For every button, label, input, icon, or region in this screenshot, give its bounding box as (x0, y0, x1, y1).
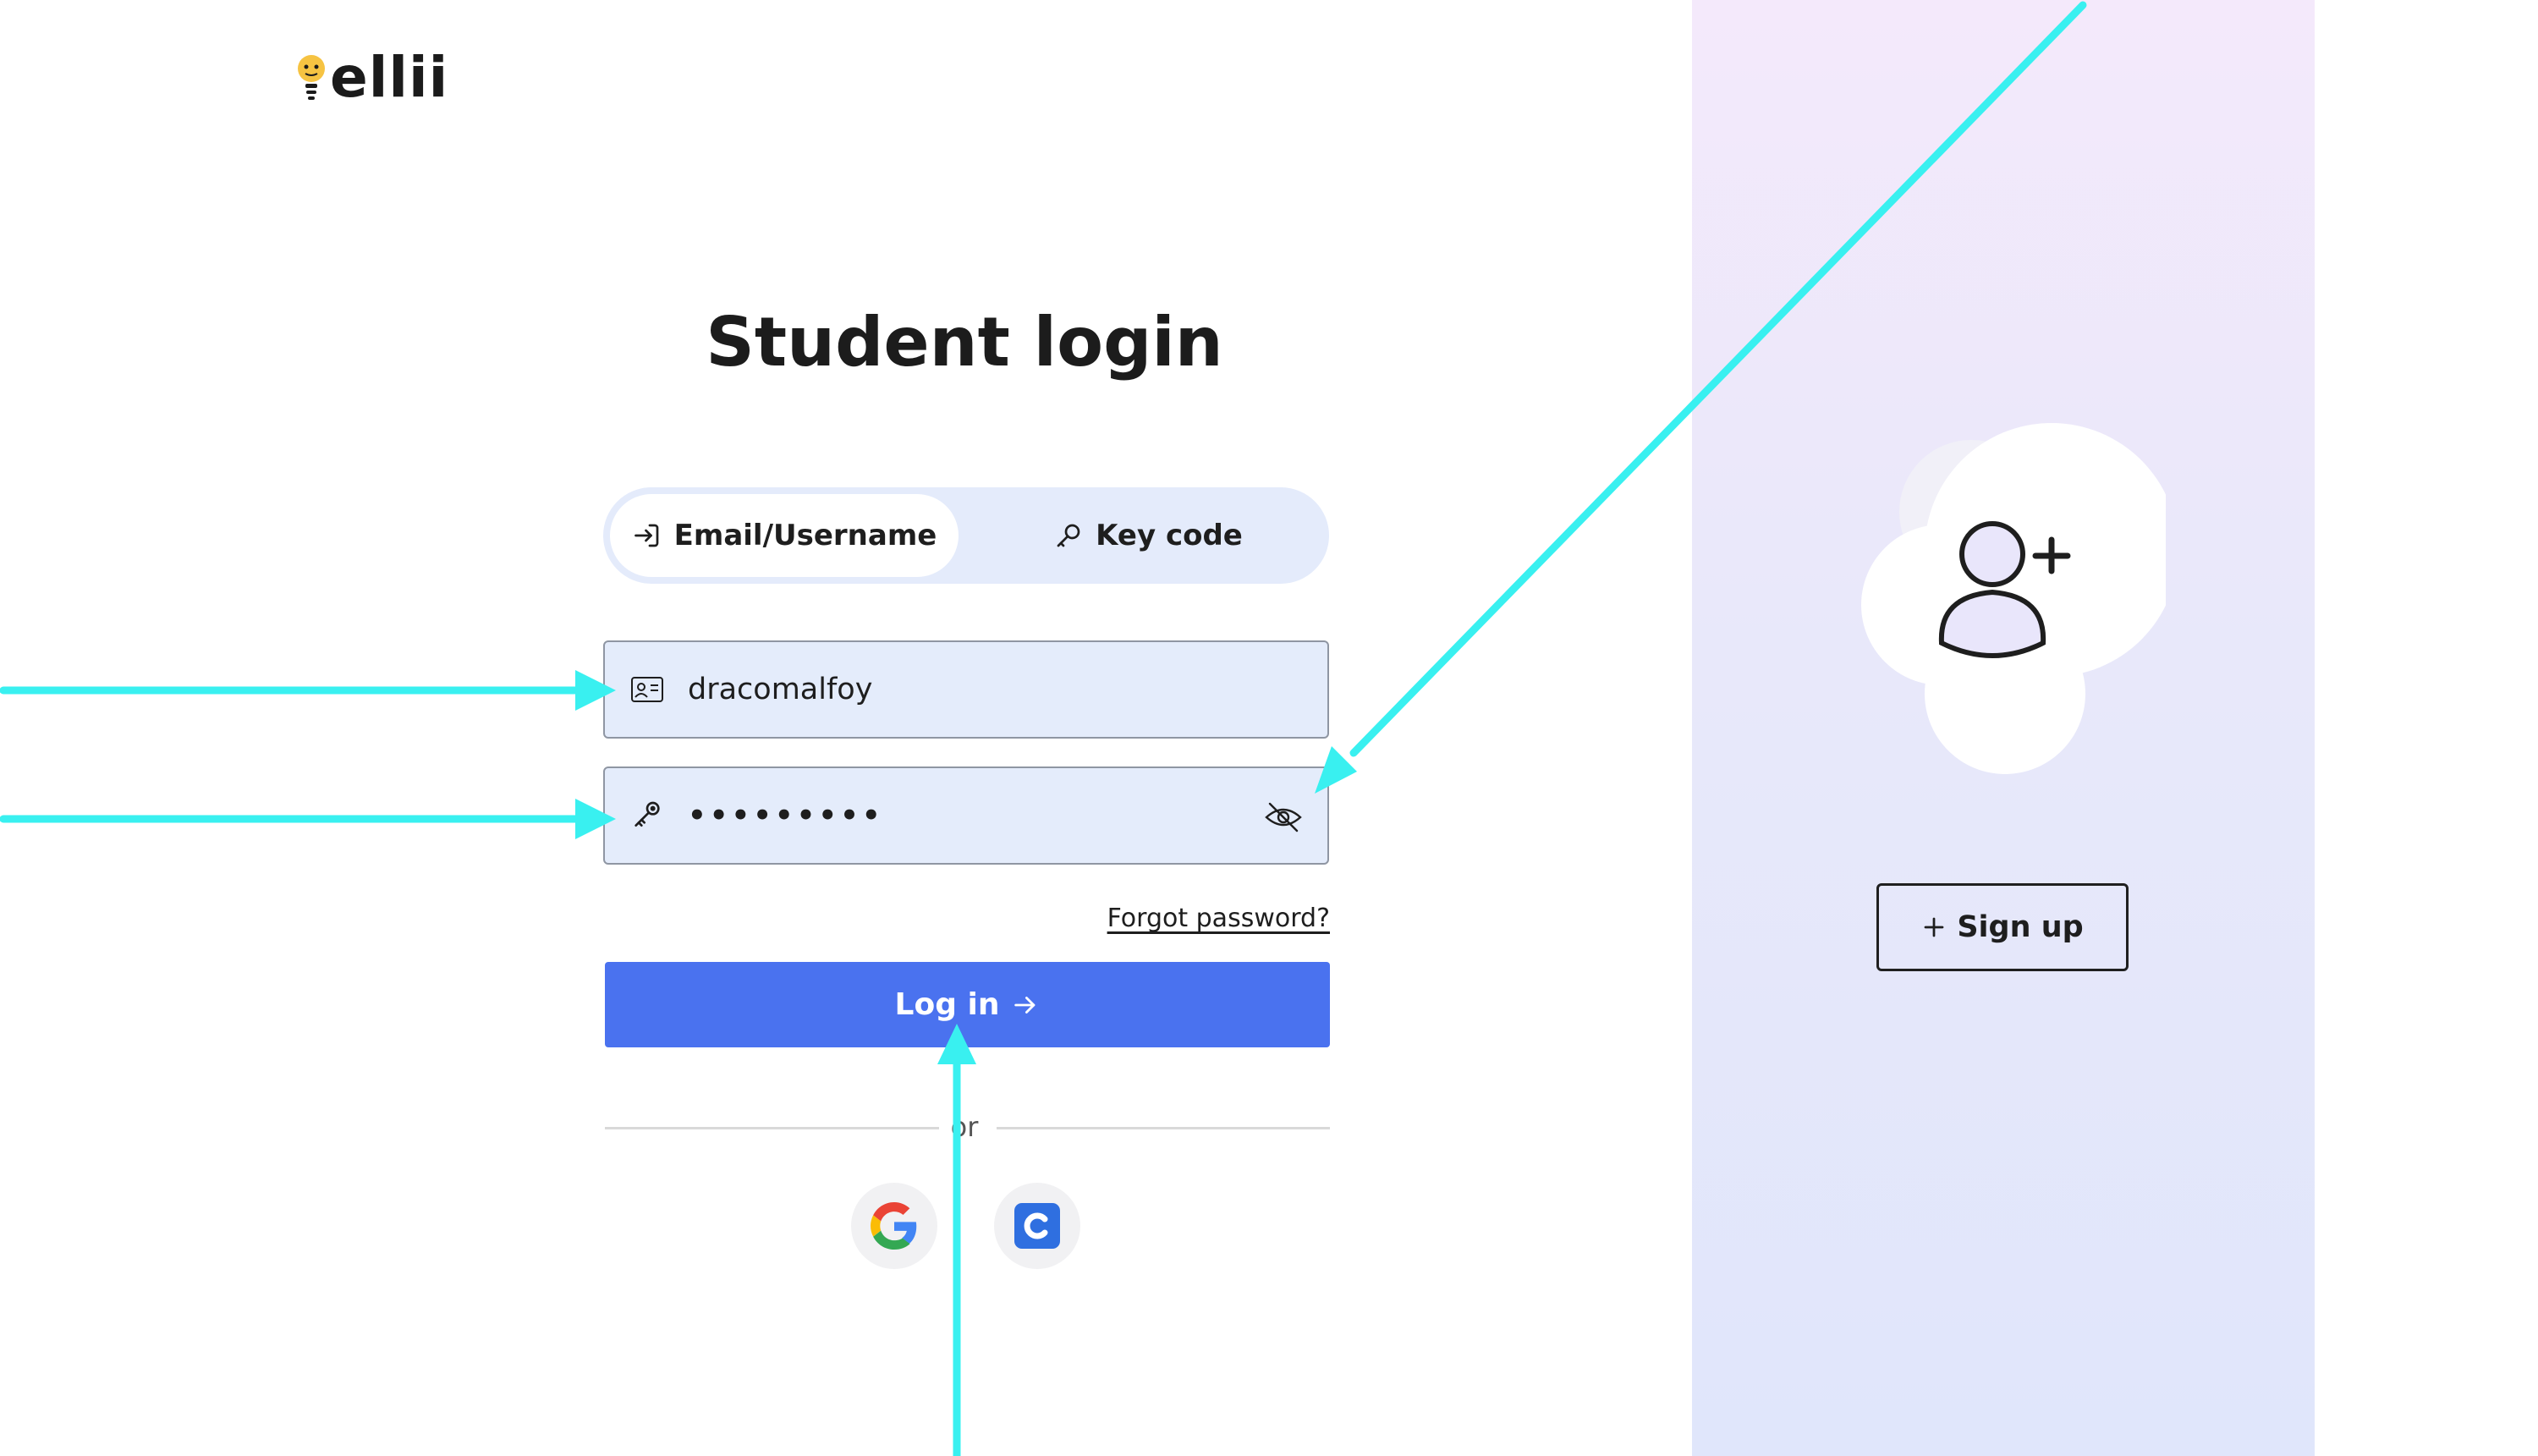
eye-off-icon[interactable] (1263, 799, 1304, 836)
arrow-right-icon (1014, 996, 1036, 1014)
divider-right (997, 1127, 1330, 1129)
divider-left (605, 1127, 939, 1129)
signup-button[interactable]: Sign up (1876, 883, 2129, 971)
id-card-icon (630, 673, 664, 706)
google-login-button[interactable] (851, 1183, 937, 1269)
tab-key-label: Key code (1096, 519, 1243, 552)
signup-button-label: Sign up (1957, 910, 2084, 944)
add-user-illustration (1861, 423, 2166, 774)
tab-email-label: Email/Username (673, 519, 937, 552)
lightbulb-icon (298, 55, 325, 100)
login-method-tabs: Email/Username Key code (603, 487, 1329, 584)
key-icon (630, 799, 664, 832)
password-field[interactable]: ••••••••• (603, 766, 1329, 865)
tab-key-code[interactable]: Key code (974, 494, 1322, 577)
tab-email-username[interactable]: Email/Username (610, 494, 959, 577)
arrow-to-username (0, 670, 616, 711)
login-icon (634, 524, 659, 547)
arrow-to-password (0, 799, 616, 839)
username-field[interactable]: dracomalfoy (603, 640, 1329, 739)
plus-icon (1924, 917, 1944, 937)
password-value: ••••••••• (688, 799, 884, 832)
forgot-password-link[interactable]: Forgot password? (1083, 904, 1330, 933)
divider-or-text: or (950, 1111, 979, 1143)
username-value: dracomalfoy (688, 673, 873, 706)
key-icon (1057, 524, 1080, 547)
login-button-label: Log in (894, 987, 1000, 1022)
arrow-to-login (937, 1024, 976, 1456)
logo-text: ellii (330, 45, 449, 110)
google-icon (871, 1202, 917, 1250)
page-title: Student login (706, 303, 1223, 382)
login-button[interactable]: Log in (605, 962, 1330, 1047)
ellii-logo[interactable]: ellii (296, 44, 448, 112)
classlink-login-button[interactable] (994, 1183, 1080, 1269)
classlink-icon (1014, 1203, 1060, 1249)
